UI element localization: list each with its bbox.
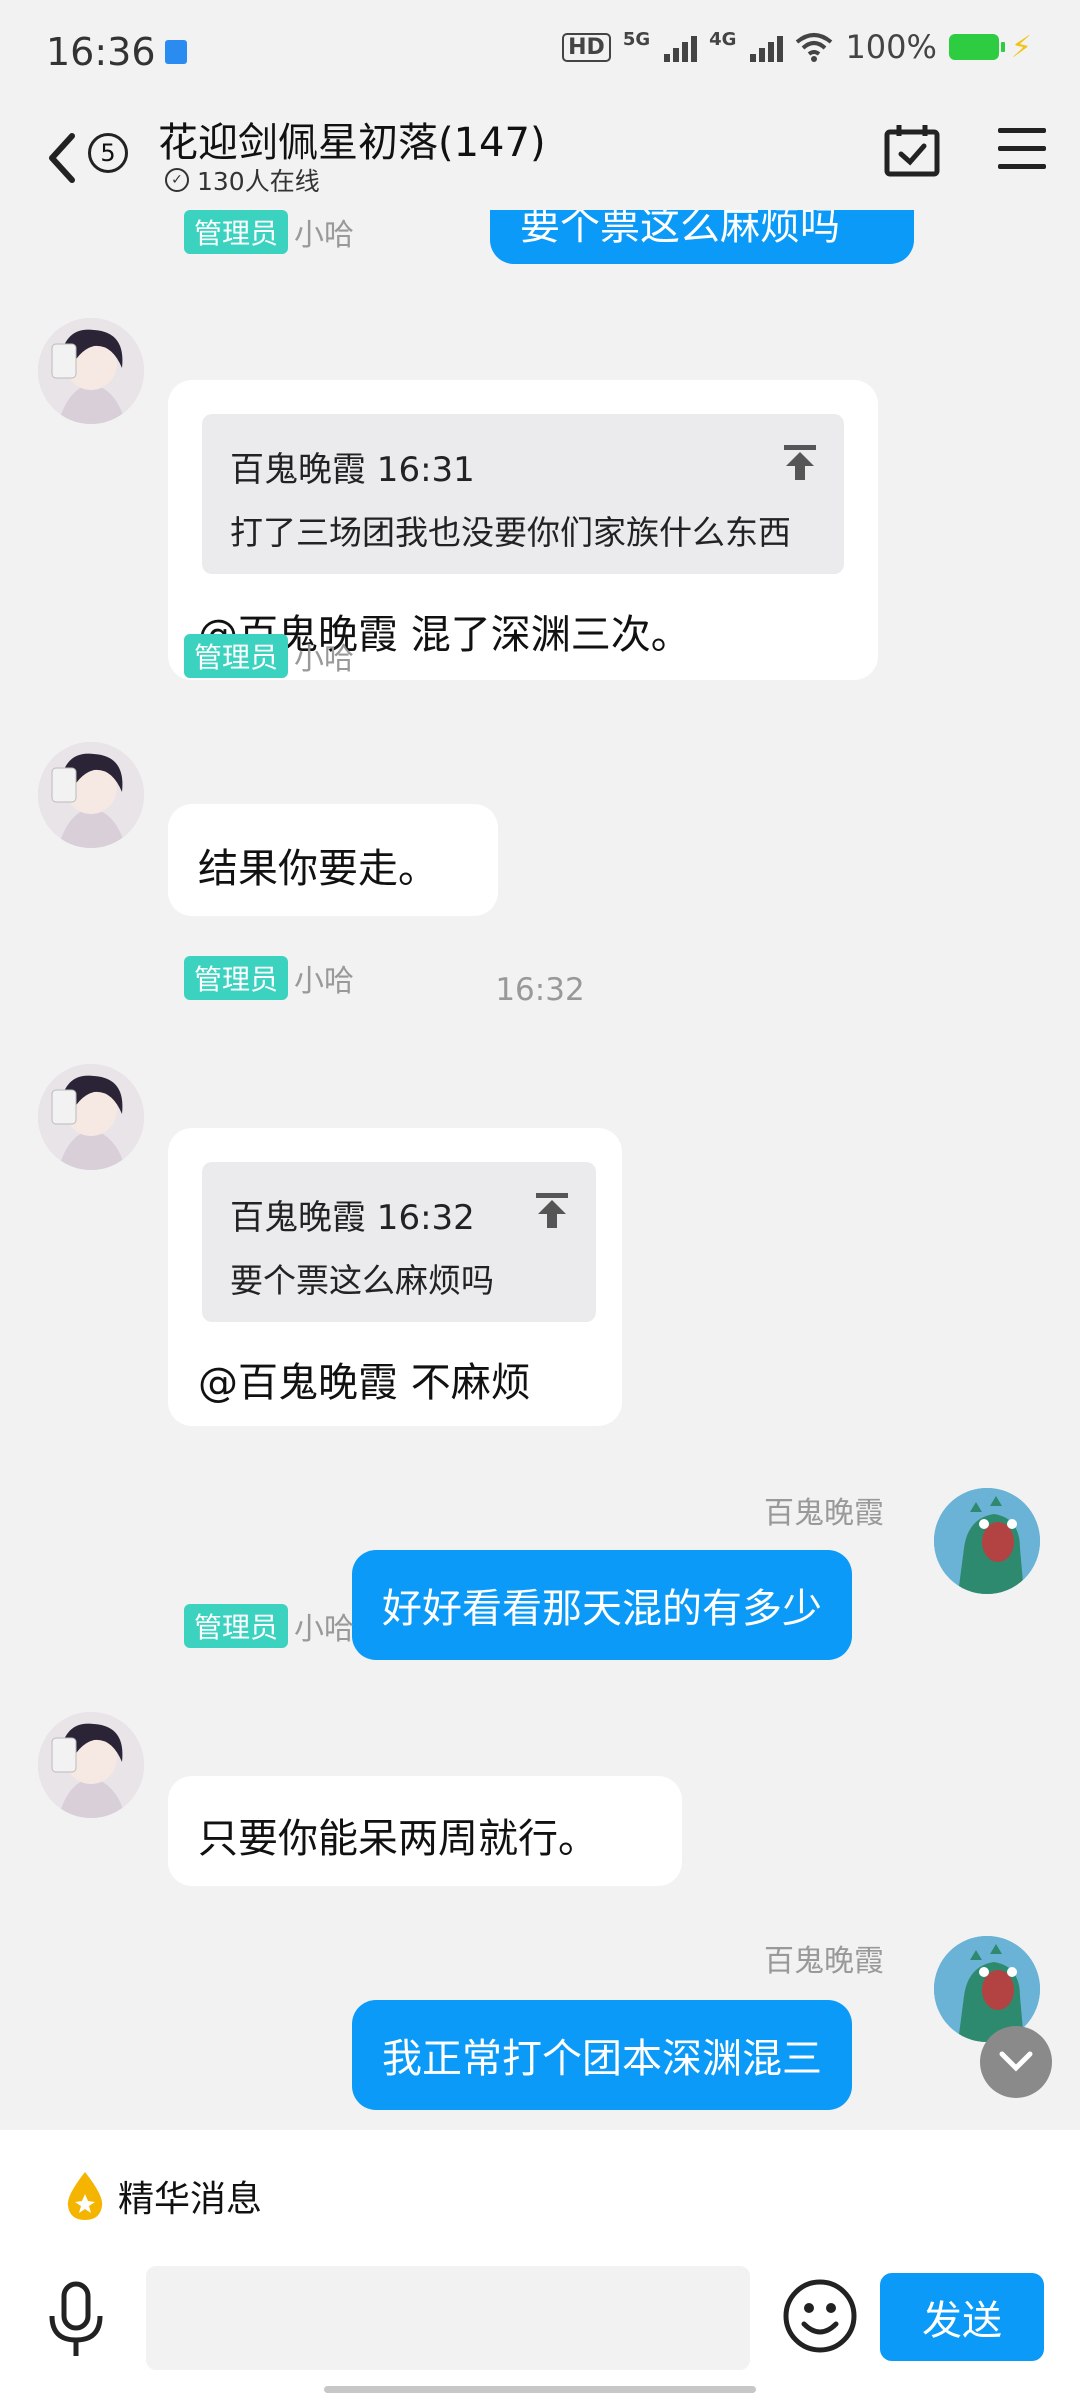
sender-name[interactable]: 小哈 <box>294 634 354 678</box>
avatar[interactable] <box>38 742 144 848</box>
message-text: 要个票这么麻烦吗 <box>520 210 840 249</box>
message-input[interactable] <box>146 2266 750 2370</box>
time-separator: 16:32 <box>495 972 585 1008</box>
emoji-icon[interactable] <box>782 2278 858 2354</box>
quote-author-time: 百鬼晚霞 16:31 <box>230 450 475 490</box>
sender-name[interactable]: 小哈 <box>294 1604 354 1648</box>
message-text: 只要你能呆两周就行。 <box>198 1816 598 1862</box>
message-bubble[interactable]: 结果你要走。 <box>168 804 498 916</box>
jump-to-message-icon[interactable] <box>532 1190 572 1230</box>
hd-voice-icon: HD <box>562 32 611 62</box>
microphone-icon[interactable] <box>46 2280 106 2360</box>
admin-badge: 管理员 <box>184 634 289 678</box>
group-title[interactable]: 花迎剑佩星初落(147) <box>158 110 546 168</box>
signal-5g-icon <box>664 32 698 62</box>
message-bubble[interactable]: 百鬼晚霞 16:32 要个票这么麻烦吗 @百鬼晚霞 不麻烦 <box>168 1128 622 1426</box>
admin-badge: 管理员 <box>184 1604 289 1648</box>
calendar-check-icon[interactable] <box>884 122 940 178</box>
network-5g-label: 5G <box>622 28 651 50</box>
quoted-message[interactable]: 百鬼晚霞 16:31 打了三场团我也没要你们家族什么东西 <box>202 414 844 574</box>
signal-4g-icon <box>750 32 784 62</box>
status-bar: 16:36 HD 5G 4G 100% ⚡ <box>0 0 1080 100</box>
message-text: @百鬼晚霞 不麻烦 <box>198 1360 531 1406</box>
admin-badge: 管理员 <box>184 210 289 254</box>
message-text: 好好看看那天混的有多少 <box>382 1586 822 1632</box>
back-icon[interactable] <box>38 128 88 188</box>
sender-info: 管理员 小哈 <box>184 1604 354 1648</box>
send-button[interactable]: 发送 <box>880 2273 1044 2361</box>
status-indicators: HD 5G 4G 100% ⚡ <box>562 28 1032 66</box>
home-indicator[interactable] <box>324 2386 756 2393</box>
battery-icon <box>948 34 1005 60</box>
avatar[interactable] <box>38 1712 144 1818</box>
sender-info: 管理员 小哈 <box>184 956 354 1000</box>
message-bubble[interactable]: 好好看看那天混的有多少 <box>352 1550 852 1660</box>
network-4g-label: 4G <box>709 28 737 50</box>
message-bubble[interactable]: 我正常打个团本深渊混三 <box>352 2000 852 2110</box>
wifi-icon <box>796 33 833 62</box>
essence-icon <box>67 2172 103 2220</box>
chevron-down-icon: ✓ <box>165 168 189 192</box>
jump-to-message-icon[interactable] <box>780 442 820 482</box>
message-text: 结果你要走。 <box>198 846 438 892</box>
avatar[interactable] <box>934 1488 1040 1594</box>
admin-badge: 管理员 <box>184 956 289 1000</box>
avatar[interactable] <box>38 318 144 424</box>
chat-messages[interactable]: 要个票这么麻烦吗 管理员 小哈 百鬼晚霞 16:31 打了三场团我也没要你们家族… <box>0 210 1080 2130</box>
sender-info: 管理员 小哈 <box>184 210 354 254</box>
input-panel: 精华消息 发送 <box>0 2130 1080 2400</box>
sender-name[interactable]: 百鬼晚霞 <box>764 1936 884 1980</box>
sender-name[interactable]: 小哈 <box>294 956 354 1000</box>
sender-name[interactable]: 小哈 <box>294 210 354 254</box>
sender-name[interactable]: 百鬼晚霞 <box>764 1488 884 1532</box>
essence-label: 精华消息 <box>118 2179 263 2220</box>
quoted-message[interactable]: 百鬼晚霞 16:32 要个票这么麻烦吗 <box>202 1162 596 1322</box>
chevron-down-icon <box>999 2051 1033 2072</box>
unread-count-badge[interactable]: 5 <box>88 133 128 173</box>
scroll-to-bottom-button[interactable] <box>980 2026 1052 2098</box>
message-text: 我正常打个团本深渊混三 <box>382 2036 822 2082</box>
avatar[interactable] <box>38 1064 144 1170</box>
essence-messages-button[interactable]: 精华消息 <box>64 2170 262 2222</box>
app-notification-icon <box>165 40 187 64</box>
message-bubble-partial[interactable]: 要个票这么麻烦吗 <box>490 210 914 264</box>
battery-percent: 100% <box>845 28 937 66</box>
quote-text: 要个票这么麻烦吗 <box>230 1261 494 1300</box>
message-bubble[interactable]: 只要你能呆两周就行。 <box>168 1776 682 1886</box>
online-count-text: 130人在线 <box>197 167 320 196</box>
quote-text: 打了三场团我也没要你们家族什么东西 <box>230 513 791 552</box>
sender-info: 管理员 小哈 <box>184 634 354 678</box>
online-count[interactable]: ✓ 130人在线 <box>165 162 320 198</box>
quote-author-time: 百鬼晚霞 16:32 <box>230 1198 475 1238</box>
status-time: 16:36 <box>46 30 156 74</box>
chat-header: 5 花迎剑佩星初落(147) ✓ 130人在线 <box>0 100 1080 210</box>
charging-icon: ⚡ <box>1010 29 1032 65</box>
menu-icon[interactable] <box>998 128 1046 172</box>
